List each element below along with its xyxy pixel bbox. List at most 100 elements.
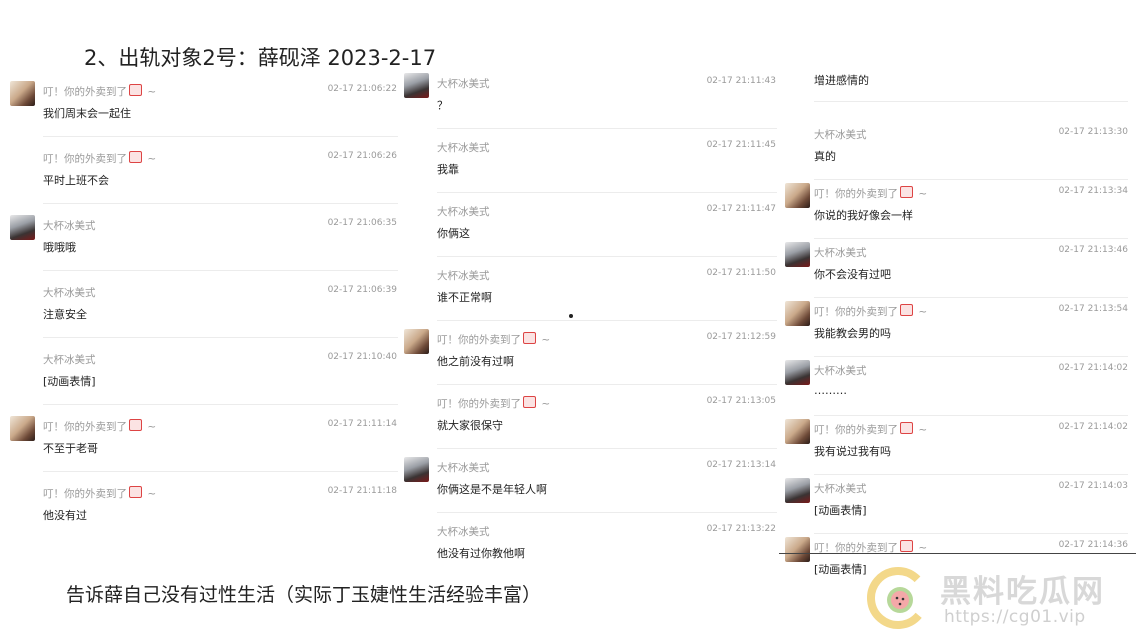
food-emoji-icon (129, 151, 142, 163)
chat-message: 大杯冰美式 02-17 21:11:43 ？ (404, 62, 779, 129)
sender-name: 大杯冰美式 (43, 354, 96, 366)
message-time: 02-17 21:14:02 (1058, 363, 1128, 373)
message-text: 平时上班不会 (43, 174, 109, 187)
message-text: ……… (814, 384, 847, 397)
chat-message: 大杯冰美式 02-17 21:11:50 谁不正常啊 (404, 254, 779, 321)
food-emoji-icon (900, 540, 913, 552)
message-text: 注意安全 (43, 308, 87, 321)
message-text: 不至于老哥 (43, 442, 98, 455)
chat-message: 叮！你的外卖到了 ~ 02-17 21:14:02 我有说过我有吗 (785, 408, 1130, 475)
sender-name: 大杯冰美式 (43, 220, 96, 232)
message-time: 02-17 21:13:14 (706, 460, 776, 470)
chat-message: 大杯冰美式 02-17 21:10:40 [动画表情] (10, 338, 400, 405)
sender-name: 叮！你的外卖到了 ~ (43, 84, 157, 98)
sender-name: 叮！你的外卖到了 ~ (43, 486, 157, 500)
message-time: 02-17 21:11:45 (706, 140, 776, 150)
message-text: 他之前没有过啊 (437, 355, 514, 368)
food-emoji-icon (129, 84, 142, 96)
food-emoji-icon (129, 486, 142, 498)
food-emoji-icon (900, 304, 913, 316)
food-emoji-icon (900, 186, 913, 198)
chat-message: 叮！你的外卖到了 ~ 02-17 21:06:26 平时上班不会 (10, 137, 400, 204)
message-time: 02-17 21:06:39 (327, 285, 397, 295)
message-time: 02-17 21:14:03 (1058, 481, 1128, 491)
message-time: 02-17 21:13:22 (706, 524, 776, 534)
message-text: 我有说过我有吗 (814, 445, 891, 458)
sender-name: 叮！你的外卖到了 ~ (437, 332, 551, 346)
message-text: 你俩这是不是年轻人啊 (437, 483, 547, 496)
sender-name: 大杯冰美式 (43, 287, 96, 299)
message-time: 02-17 21:14:36 (1058, 540, 1128, 550)
avatar (785, 183, 810, 208)
message-text: 他没有过你教他啊 (437, 547, 525, 560)
food-emoji-icon (129, 419, 142, 431)
sender-name: 大杯冰美式 (814, 129, 867, 141)
avatar (404, 73, 429, 98)
message-text: 增进感情的 (814, 74, 869, 87)
message-text: 就大家很保守 (437, 419, 503, 432)
cursor-dot (569, 314, 573, 318)
message-time: 02-17 21:12:59 (706, 332, 776, 342)
sender-name: 大杯冰美式 (814, 365, 867, 377)
sender-name: 叮！你的外卖到了 ~ (43, 419, 157, 433)
watermark-brand: 黑料吃瓜网 (940, 574, 1105, 610)
message-text: 我能教会男的吗 (814, 327, 891, 340)
message-text: [动画表情] (43, 375, 96, 388)
chat-message: 大杯冰美式 02-17 21:14:02 ……… (785, 349, 1130, 416)
message-text: 我们周末会一起住 (43, 107, 131, 120)
message-text: 谁不正常啊 (437, 291, 492, 304)
message-time: 02-17 21:11:47 (706, 204, 776, 214)
message-separator (814, 101, 1128, 102)
chat-message: 大杯冰美式 02-17 21:06:39 注意安全 (10, 271, 400, 338)
message-time: 02-17 21:13:46 (1058, 245, 1128, 255)
chat-message: 叮！你的外卖到了 ~ 02-17 21:06:22 我们周末会一起住 (10, 70, 400, 137)
message-time: 02-17 21:06:22 (327, 84, 397, 94)
message-time: 02-17 21:10:40 (327, 352, 397, 362)
message-time: 02-17 21:13:54 (1058, 304, 1128, 314)
avatar (785, 360, 810, 385)
chat-message: 叮！你的外卖到了 ~ 02-17 21:12:59 他之前没有过啊 (404, 318, 779, 385)
chat-message: 叮！你的外卖到了 ~ 02-17 21:11:18 他没有过 (10, 472, 400, 532)
message-time: 02-17 21:06:35 (327, 218, 397, 228)
sender-name: 叮！你的外卖到了 ~ (814, 186, 928, 200)
sender-name: 大杯冰美式 (437, 270, 490, 282)
watermark-logo-icon (867, 567, 929, 629)
avatar (785, 301, 810, 326)
chat-message: 大杯冰美式 02-17 21:06:35 哦哦哦 (10, 204, 400, 271)
food-emoji-icon (900, 422, 913, 434)
avatar (785, 478, 810, 503)
message-time: 02-17 21:11:18 (327, 486, 397, 496)
sender-name: 大杯冰美式 (437, 142, 490, 154)
message-time: 02-17 21:06:26 (327, 151, 397, 161)
chat-message: 大杯冰美式 02-17 21:13:30 真的 (785, 113, 1130, 180)
chat-message: 叮！你的外卖到了 ~ 02-17 21:13:34 你说的我好像会一样 (785, 172, 1130, 239)
message-text: ？ (437, 99, 448, 112)
message-text: 他没有过 (43, 509, 87, 522)
avatar (785, 419, 810, 444)
message-text: 你不会没有过吧 (814, 268, 891, 281)
sender-name: 叮！你的外卖到了 ~ (43, 151, 157, 165)
sender-name: 大杯冰美式 (814, 247, 867, 259)
watermark-url: https://cg01.vip (944, 607, 1086, 627)
message-text: [动画表情] (814, 504, 867, 517)
avatar (10, 416, 35, 441)
chat-message: 大杯冰美式 02-17 21:14:03 [动画表情] (785, 467, 1130, 534)
message-text: 真的 (814, 150, 836, 163)
food-emoji-icon (523, 332, 536, 344)
message-time: 02-17 21:14:02 (1058, 422, 1128, 432)
food-emoji-icon (523, 396, 536, 408)
avatar (785, 537, 810, 562)
sender-name: 大杯冰美式 (437, 206, 490, 218)
sender-name: 叮！你的外卖到了 ~ (814, 304, 928, 318)
sender-name: 大杯冰美式 (437, 526, 490, 538)
chat-message: 叮！你的外卖到了 ~ 02-17 21:11:14 不至于老哥 (10, 405, 400, 472)
page-title: 2、出轨对象2号：薛砚泽 2023-2-17 (84, 46, 437, 70)
avatar (785, 242, 810, 267)
message-text: 你说的我好像会一样 (814, 209, 913, 222)
avatar (404, 457, 429, 482)
chat-message: 大杯冰美式 02-17 21:13:22 他没有过你教他啊 (404, 510, 779, 570)
avatar (404, 329, 429, 354)
message-text: 你俩这 (437, 227, 470, 240)
chat-message: 大杯冰美式 02-17 21:13:14 你俩这是不是年轻人啊 (404, 446, 779, 513)
sender-name: 叮！你的外卖到了 ~ (437, 396, 551, 410)
